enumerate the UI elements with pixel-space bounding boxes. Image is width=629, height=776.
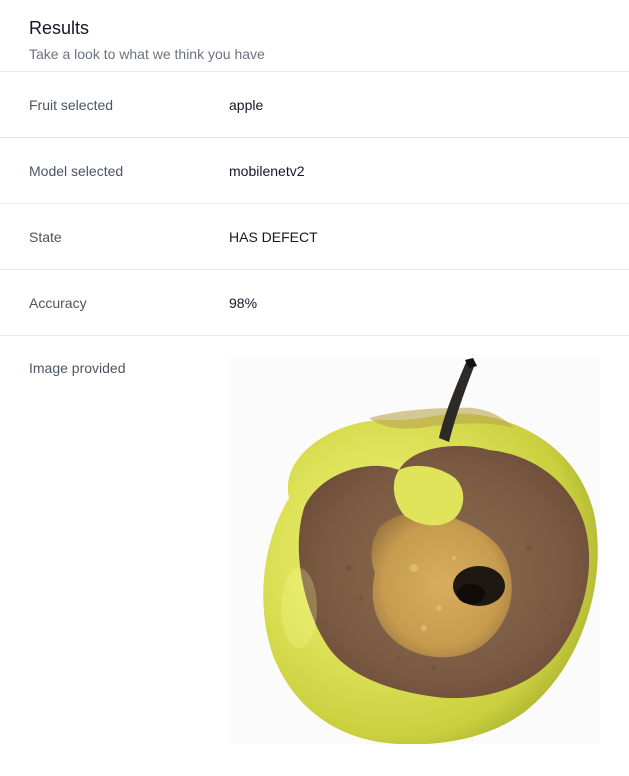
results-title: Results	[29, 18, 90, 38]
fruit-selected-value: apple	[229, 96, 264, 113]
model-selected-label: Model selected	[29, 162, 124, 179]
accuracy-label: Accuracy	[29, 294, 87, 311]
result-row-state: State HAS DEFECT	[0, 204, 629, 270]
fruit-selected-label: Fruit selected	[29, 96, 114, 113]
results-panel: Results Take a look to what we think you…	[0, 0, 629, 776]
state-value: HAS DEFECT	[229, 228, 318, 245]
state-label: State	[29, 228, 62, 245]
model-selected-value: mobilenetv2	[229, 162, 305, 179]
accuracy-value: 98%	[229, 294, 258, 311]
apple-image	[229, 358, 600, 744]
result-row-accuracy: Accuracy 98%	[0, 270, 629, 336]
apple-photo	[229, 358, 600, 744]
results-header: Results Take a look to what we think you…	[0, 0, 629, 72]
result-row-image: Image provided	[0, 336, 629, 744]
result-row-fruit: Fruit selected apple	[0, 72, 629, 138]
result-row-model: Model selected mobilenetv2	[0, 138, 629, 204]
image-provided-label: Image provided	[29, 360, 126, 376]
results-subtitle: Take a look to what we think you have	[29, 46, 265, 62]
